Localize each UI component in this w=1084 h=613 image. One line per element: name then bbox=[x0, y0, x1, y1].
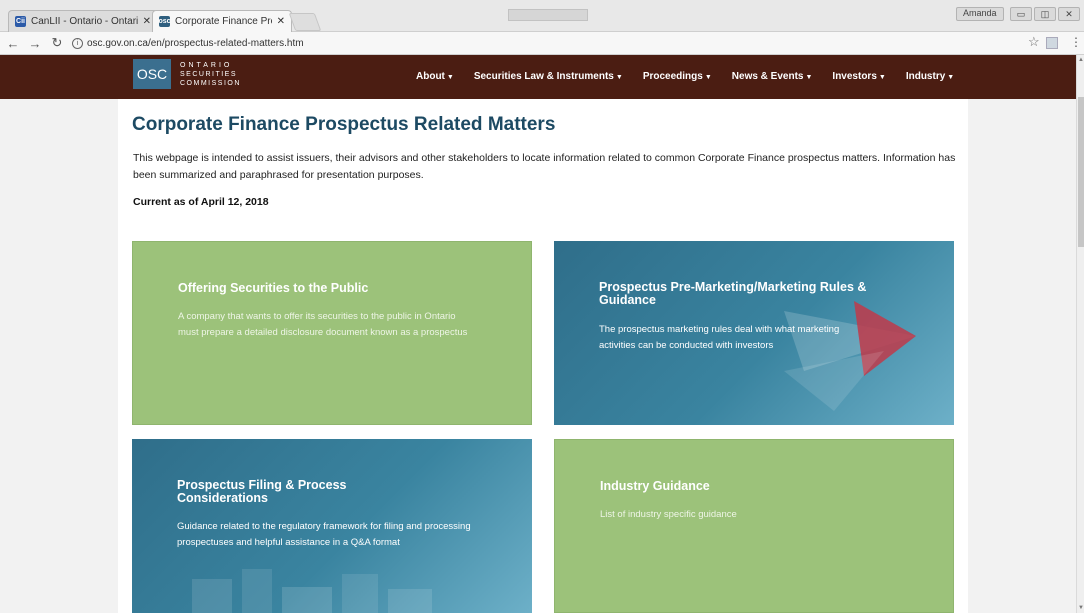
close-icon[interactable]: ✕ bbox=[277, 16, 285, 27]
card-description: Guidance related to the regulatory frame… bbox=[177, 521, 471, 548]
card-title: Prospectus Pre-Marketing/Marketing Rules… bbox=[599, 280, 867, 307]
url-input[interactable]: i osc.gov.on.ca/en/prospectus-related-ma… bbox=[72, 35, 1032, 52]
scroll-thumb[interactable] bbox=[1078, 97, 1084, 247]
reload-icon[interactable]: ↻ bbox=[48, 34, 66, 52]
nav-proceedings[interactable]: Proceedings ▼ bbox=[643, 71, 712, 82]
card-offering-securities[interactable]: Offering Securities to the Public A comp… bbox=[132, 241, 532, 425]
scroll-down-icon[interactable]: ▼ bbox=[1078, 605, 1084, 611]
profile-button[interactable]: Amanda bbox=[956, 7, 1004, 21]
close-icon[interactable]: ✕ bbox=[143, 16, 151, 27]
forward-arrow-icon[interactable]: → bbox=[26, 34, 44, 52]
page-title: Corporate Finance Prospectus Related Mat… bbox=[132, 114, 556, 135]
tab-label: Corporate Finance Prosp bbox=[175, 16, 272, 27]
card-description: A company that wants to offer its securi… bbox=[178, 311, 468, 338]
window-drag-area bbox=[508, 9, 588, 21]
current-as-of-date: Current as of April 12, 2018 bbox=[133, 196, 269, 208]
logo-abbr: OSC bbox=[133, 59, 171, 89]
url-text: osc.gov.on.ca/en/prospectus-related-matt… bbox=[87, 38, 304, 49]
new-tab-button[interactable] bbox=[288, 13, 322, 31]
osc-favicon-icon: osc bbox=[158, 16, 171, 27]
nav-securities-law[interactable]: Securities Law & Instruments ▼ bbox=[474, 71, 623, 82]
page-content: Corporate Finance Prospectus Related Mat… bbox=[118, 99, 968, 613]
page-scrollbar[interactable]: ▲ ▼ bbox=[1076, 55, 1084, 613]
scroll-up-icon[interactable]: ▲ bbox=[1078, 57, 1084, 63]
close-window-icon[interactable]: ✕ bbox=[1058, 7, 1080, 21]
tab-corporate-finance[interactable]: osc Corporate Finance Prosp ✕ bbox=[152, 10, 292, 32]
browser-titlebar: Cii CanLII - Ontario - Ontario ✕ osc Cor… bbox=[0, 0, 1084, 32]
caret-down-icon: ▼ bbox=[947, 74, 955, 81]
nav-about[interactable]: About ▼ bbox=[416, 71, 454, 82]
logo-text: ONTARIO SECURITIES COMMISSION bbox=[180, 61, 241, 87]
caret-down-icon: ▼ bbox=[878, 74, 886, 81]
canlii-favicon-icon: Cii bbox=[15, 16, 26, 27]
minimize-icon[interactable]: ▭ bbox=[1010, 7, 1032, 21]
info-icon[interactable]: i bbox=[72, 38, 83, 49]
back-arrow-icon[interactable]: ← bbox=[4, 34, 22, 52]
caret-down-icon: ▼ bbox=[704, 74, 712, 81]
maximize-icon[interactable]: ◫ bbox=[1034, 7, 1056, 21]
menu-dots-icon[interactable]: ⋮ bbox=[1070, 35, 1082, 49]
card-description: The prospectus marketing rules deal with… bbox=[599, 324, 840, 351]
card-title: Industry Guidance bbox=[600, 479, 710, 493]
card-industry-guidance[interactable]: Industry Guidance List of industry speci… bbox=[554, 439, 954, 613]
card-description: List of industry specific guidance bbox=[600, 509, 737, 520]
card-prospectus-filing[interactable]: Prospectus Filing & Process Consideratio… bbox=[132, 439, 532, 613]
extension-icon[interactable] bbox=[1046, 37, 1058, 49]
intro-text: This webpage is intended to assist issue… bbox=[133, 152, 956, 181]
caret-down-icon: ▼ bbox=[805, 74, 813, 81]
caret-down-icon: ▼ bbox=[615, 74, 623, 81]
site-header: OSC ONTARIO SECURITIES COMMISSION About ▼… bbox=[0, 55, 1076, 99]
caret-down-icon: ▼ bbox=[446, 74, 454, 81]
address-bar: ← → ↻ i osc.gov.on.ca/en/prospectus-rela… bbox=[0, 32, 1084, 55]
nav-investors[interactable]: Investors ▼ bbox=[832, 71, 885, 82]
osc-logo[interactable]: OSC ONTARIO SECURITIES COMMISSION bbox=[133, 59, 241, 89]
card-title: Prospectus Filing & Process Consideratio… bbox=[177, 478, 347, 505]
tab-canlii[interactable]: Cii CanLII - Ontario - Ontario ✕ bbox=[8, 10, 158, 32]
card-title: Offering Securities to the Public bbox=[178, 281, 369, 295]
nav-news-events[interactable]: News & Events ▼ bbox=[732, 71, 813, 82]
bookmark-star-icon[interactable]: ☆ bbox=[1028, 34, 1040, 50]
main-nav: About ▼ Securities Law & Instruments ▼ Pro… bbox=[416, 71, 974, 82]
nav-industry[interactable]: Industry ▼ bbox=[906, 71, 954, 82]
card-pre-marketing[interactable]: Prospectus Pre-Marketing/Marketing Rules… bbox=[554, 241, 954, 425]
tab-label: CanLII - Ontario - Ontario bbox=[31, 16, 138, 27]
